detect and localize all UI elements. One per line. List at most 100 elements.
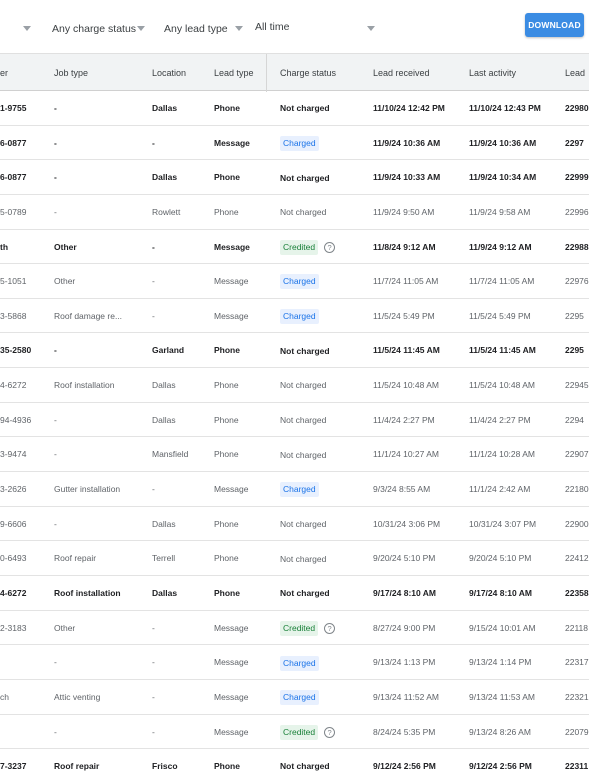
lead-id-cell: 22996 <box>565 206 589 217</box>
location-cell: Frisco <box>152 761 178 772</box>
status-badge: Credited <box>280 724 319 740</box>
phone-cell: 5-1051 <box>0 276 27 287</box>
column-header-phone[interactable]: er <box>0 54 8 92</box>
table-row[interactable]: 6-0877 - - Message Charged 11/9/24 10:36 AM 11… <box>0 126 589 161</box>
lead-type-cell: Phone <box>214 380 239 391</box>
table-row[interactable]: 9-6606 - Dallas Phone Not charged 10/31/24 3:… <box>0 507 589 542</box>
table-row[interactable]: 3-5868 Roof damage re... - Message Charged 11… <box>0 299 589 334</box>
charge-status-cell: Not charged <box>280 403 370 437</box>
location-cell: Mansfield <box>152 449 189 460</box>
column-header-last-activity[interactable]: Last activity <box>469 54 516 92</box>
lead-type-chevron-down-icon[interactable] <box>235 26 243 31</box>
phone-cell <box>0 645 48 679</box>
column-header-lead-received[interactable]: Lead received <box>373 54 430 92</box>
lead-received-cell: 9/12/24 2:56 PM <box>373 761 436 772</box>
status-badge: Charged <box>280 690 319 706</box>
table-row[interactable]: 3-2626 Gutter installation - Message Charged… <box>0 472 589 507</box>
last-activity-cell: 11/10/24 12:43 PM <box>469 103 541 113</box>
job-type-cell: Roof installation <box>54 380 115 391</box>
lead-id-cell: 22321 <box>565 691 589 702</box>
question-circle-icon[interactable]: ? <box>324 726 336 738</box>
column-header-charge-status[interactable]: Charge status <box>280 54 336 92</box>
charge-status-chevron-down-icon[interactable] <box>137 26 145 31</box>
status-badge: Not charged <box>280 345 330 356</box>
leads-table: er Job type Location Lead type Charge st… <box>0 53 589 782</box>
charge-status-cell: Not charged <box>280 368 370 402</box>
column-header-location[interactable]: Location <box>152 54 186 92</box>
table-row[interactable]: 4-6272 Roof installation Dallas Phone Not ch… <box>0 368 589 403</box>
charge-status-cell: Credited? <box>280 611 370 645</box>
time-range-filter[interactable]: All time <box>255 21 289 33</box>
location-cell: Dallas <box>152 414 176 425</box>
lead-type-cell: Message <box>214 276 249 287</box>
lead-received-cell: 8/27/24 9:00 PM <box>373 622 436 633</box>
last-activity-cell: 11/9/24 9:58 AM <box>469 206 531 217</box>
first-filter-chevron-down-icon[interactable] <box>23 26 31 31</box>
table-row[interactable]: 35-2580 - Garland Phone Not charged 11/5/24 1… <box>0 333 589 369</box>
column-header-job-type[interactable]: Job type <box>54 54 88 92</box>
job-type-cell: Attic venting <box>54 691 101 702</box>
table-row[interactable]: 1-9755 - Dallas Phone Not charged 11/10/24 12… <box>0 91 589 126</box>
lead-type-cell: Message <box>214 657 249 668</box>
lead-id-cell: 22976 <box>565 276 589 287</box>
table-row[interactable]: 5-1051 Other - Message Charged 11/7/24 11:05 … <box>0 264 589 299</box>
table-row[interactable]: 5-0789 - Rowlett Phone Not charged 11/9/24 9:… <box>0 195 589 230</box>
question-circle-icon[interactable]: ? <box>324 622 336 634</box>
table-row[interactable]: th Other - Message Credited? 11/8/24 9:12 AM 1… <box>0 230 589 265</box>
table-row[interactable]: ch Attic venting - Message Charged 9/13/24 11… <box>0 680 589 715</box>
table-row[interactable]: 4-6272 Roof installation Dallas Phone Not ch… <box>0 576 589 611</box>
question-circle-icon[interactable]: ? <box>324 241 336 253</box>
column-header-lead-id[interactable]: Lead <box>565 54 585 92</box>
location-cell: Rowlett <box>152 206 181 217</box>
phone-cell: 3-9474 <box>0 449 27 460</box>
table-row[interactable]: 6-0877 - Dallas Phone Not charged 11/9/24 10:… <box>0 160 589 195</box>
job-type-cell: - <box>54 206 57 217</box>
job-type-cell: - <box>54 726 57 737</box>
charge-status-cell: Not charged <box>280 576 370 610</box>
location-cell: Terrell <box>152 553 176 564</box>
lead-type-cell: Message <box>214 137 250 148</box>
charge-status-filter[interactable]: Any charge status <box>52 23 136 35</box>
lead-received-cell: 11/10/24 12:42 PM <box>373 103 445 113</box>
location-cell: - <box>152 622 155 633</box>
column-header-lead-type[interactable]: Lead type <box>214 54 254 92</box>
lead-id-cell: 22311 <box>565 761 589 772</box>
location-cell: Garland <box>152 345 185 356</box>
phone-cell: 35-2580 <box>0 345 32 356</box>
phone-cell: 94-4936 <box>0 414 32 425</box>
lead-type-cell: Phone <box>214 518 239 529</box>
last-activity-cell: 10/31/24 3:07 PM <box>469 518 537 529</box>
lead-id-cell: 22317 <box>565 657 589 668</box>
last-activity-cell: 11/4/24 2:27 PM <box>469 414 531 425</box>
table-row[interactable]: 94-4936 - Dallas Phone Not charged 11/4/24 2:… <box>0 403 589 438</box>
charge-status-cell: Charged <box>280 680 370 714</box>
lead-received-cell: 11/8/24 9:12 AM <box>373 241 436 252</box>
location-cell: - <box>152 726 155 737</box>
table-row[interactable]: 0-6493 Roof repair Terrell Phone Not charged… <box>0 541 589 576</box>
lead-type-cell: Message <box>214 484 249 495</box>
table-row[interactable]: 3-9474 - Mansfield Phone Not charged 11/1/24 … <box>0 437 589 473</box>
location-cell: Dallas <box>152 380 176 391</box>
table-row[interactable]: - - Message Credited? 8/24/24 5:35 PM 9/13/24… <box>0 715 589 750</box>
table-row[interactable]: 7-3237 Roof repair Frisco Phone Not charged 9… <box>0 749 589 782</box>
job-type-cell: Other <box>54 241 77 252</box>
table-row[interactable]: 2-3183 Other - Message Credited? 8/27/24 9:00… <box>0 611 589 646</box>
table-row[interactable]: - - Message Charged 9/13/24 1:13 PM 9/13/24 1… <box>0 645 589 680</box>
time-range-chevron-down-icon[interactable] <box>367 26 375 31</box>
lead-type-filter[interactable]: Any lead type <box>164 23 228 35</box>
job-type-cell: Roof repair <box>54 761 100 772</box>
charge-status-cell: Not charged <box>280 91 370 125</box>
phone-cell: 9-6606 <box>0 518 27 529</box>
last-activity-cell: 9/13/24 1:14 PM <box>469 657 532 668</box>
phone-cell: 0-6493 <box>0 553 27 564</box>
last-activity-cell: 9/12/24 2:56 PM <box>469 761 532 772</box>
status-badge: Not charged <box>280 207 327 218</box>
status-badge: Not charged <box>280 553 327 564</box>
download-button[interactable]: DOWNLOAD <box>525 13 584 37</box>
last-activity-cell: 9/13/24 8:26 AM <box>469 726 531 737</box>
last-activity-cell: 9/13/24 11:53 AM <box>469 691 536 702</box>
location-cell: - <box>152 310 155 321</box>
last-activity-cell: 11/9/24 9:12 AM <box>469 241 532 252</box>
phone-cell: 3-5868 <box>0 310 27 321</box>
lead-received-cell: 11/5/24 10:48 AM <box>373 380 440 391</box>
